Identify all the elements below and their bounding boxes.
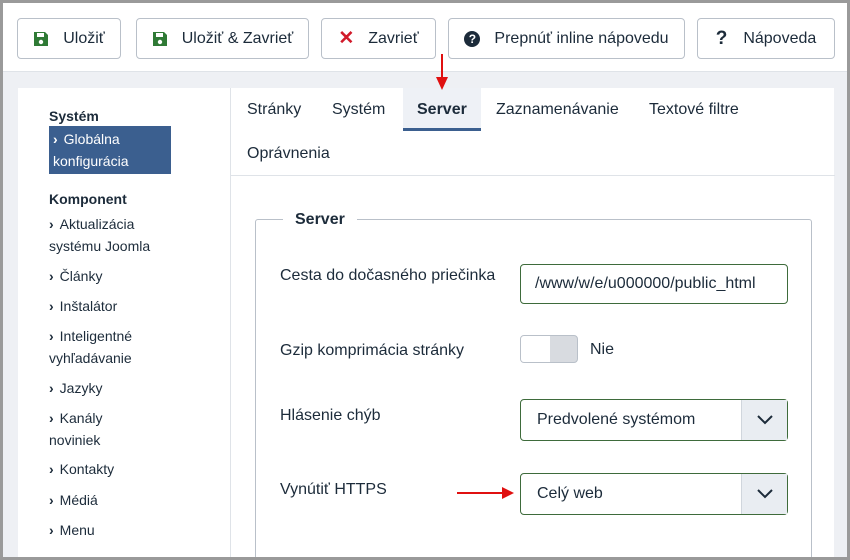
sidebar-item-newsfeeds[interactable]: › Kanály noviniek [49,407,139,451]
help-button-label: Nápoveda [743,29,817,47]
annotation-arrow-down-icon [436,54,448,90]
sidebar-item-articles[interactable]: › Články [49,265,171,287]
toggle-knob [521,336,550,362]
sidebar-item-label: Globálna konfigurácia [53,131,129,169]
toggle-inline-help-label: Prepnúť inline nápovedu [494,29,669,47]
error-reporting-select[interactable]: Predvolené systémom [520,399,788,441]
chevron-right-icon: › [49,268,54,284]
close-button-label: Zavrieť [368,29,419,47]
toggle-inline-help-button[interactable]: ? Prepnúť inline nápovedu [448,18,685,59]
sidebar-item-label: Jazyky [59,380,103,396]
tabs-divider [231,175,835,176]
save-button-label: Uložiť [63,29,105,47]
sidebar-item-global-configuration[interactable]: › Globálna konfigurácia [49,126,171,174]
tab-system[interactable]: Systém [332,101,385,119]
tab-text-filters[interactable]: Textové filtre [649,101,739,119]
chevron-right-icon: › [49,492,54,508]
server-legend: Server [283,211,357,229]
sidebar-item-joomla-update[interactable]: › Aktualizácia systému Joomla [49,213,189,257]
force-https-value: Celý web [537,485,603,502]
chevron-right-icon: › [49,410,54,426]
gzip-toggle[interactable] [520,335,578,363]
sidebar-item-media[interactable]: › Médiá [49,489,171,511]
chevron-down-icon [741,400,787,440]
chevron-right-icon: › [49,216,54,232]
chevron-right-icon: › [49,298,54,314]
close-icon: ✕ [338,28,355,49]
sidebar-heading-system: Systém [49,108,99,124]
app-frame: Uložiť Uložiť & Zavrieť ✕ Zavrieť ? Prep… [3,3,847,557]
sidebar-item-contacts[interactable]: › Kontakty [49,458,171,480]
error-reporting-value: Predvolené systémom [537,411,696,428]
save-icon [34,31,49,46]
sidebar-item-label: Aktualizácia systému Joomla [49,216,151,254]
sidebar-item-label: Menu [59,522,95,538]
tab-active-indicator [403,128,481,131]
sidebar-item-menu[interactable]: › Menu [49,519,171,541]
help-button[interactable]: ? Nápoveda [697,18,835,59]
save-button[interactable]: Uložiť [17,18,121,59]
chevron-right-icon: › [49,380,54,396]
tab-permissions[interactable]: Oprávnenia [247,145,330,163]
annotation-arrow-right-icon [457,487,514,499]
chevron-right-icon: › [49,522,54,538]
gzip-state: Nie [590,341,615,358]
tab-site[interactable]: Stránky [247,101,301,119]
sidebar-item-label: Médiá [59,492,98,508]
sidebar-heading-component: Komponent [49,191,127,207]
close-button[interactable]: ✕ Zavrieť [321,18,436,59]
temp-path-label: Cesta do dočasného priečinka [280,267,496,284]
tab-server[interactable]: Server [417,101,467,119]
question-icon: ? [715,28,728,49]
chevron-right-icon: › [49,328,54,344]
main-panel: Stránky Systém Server Zaznamenávanie Tex… [230,88,835,557]
error-reporting-label: Hlásenie chýb [280,407,381,424]
temp-path-input[interactable]: /www/w/e/u000000/public_html [520,264,788,304]
chevron-right-icon: › [49,461,54,477]
gzip-label: Gzip komprimácia stránky [280,342,465,359]
sidebar-item-label: Kanály noviniek [49,410,103,448]
sidebar-item-smart-search[interactable]: › Inteligentné vyhľadávanie [49,325,159,369]
sidebar-item-languages[interactable]: › Jazyky [49,377,171,399]
chevron-right-icon: › [53,131,58,147]
sidebar: Systém › Globálna konfigurácia Komponent … [18,88,230,557]
toolbar: Uložiť Uložiť & Zavrieť ✕ Zavrieť ? Prep… [3,3,847,72]
sidebar-item-installer[interactable]: › Inštalátor [49,295,171,317]
sidebar-item-label: Inštalátor [59,298,118,314]
sidebar-item-label: Články [59,268,103,284]
save-icon [152,31,167,46]
sidebar-item-label: Kontakty [59,461,115,477]
chevron-down-icon [741,474,787,514]
save-close-button-label: Uložiť & Zavrieť [181,29,294,47]
sidebar-item-label: Inteligentné vyhľadávanie [49,328,133,366]
save-close-button[interactable]: Uložiť & Zavrieť [136,18,309,59]
force-https-label: Vynútiť HTTPS [280,481,387,498]
force-https-select[interactable]: Celý web [520,473,788,515]
question-circle-icon: ? [464,30,481,47]
tab-logging[interactable]: Zaznamenávanie [496,101,619,119]
